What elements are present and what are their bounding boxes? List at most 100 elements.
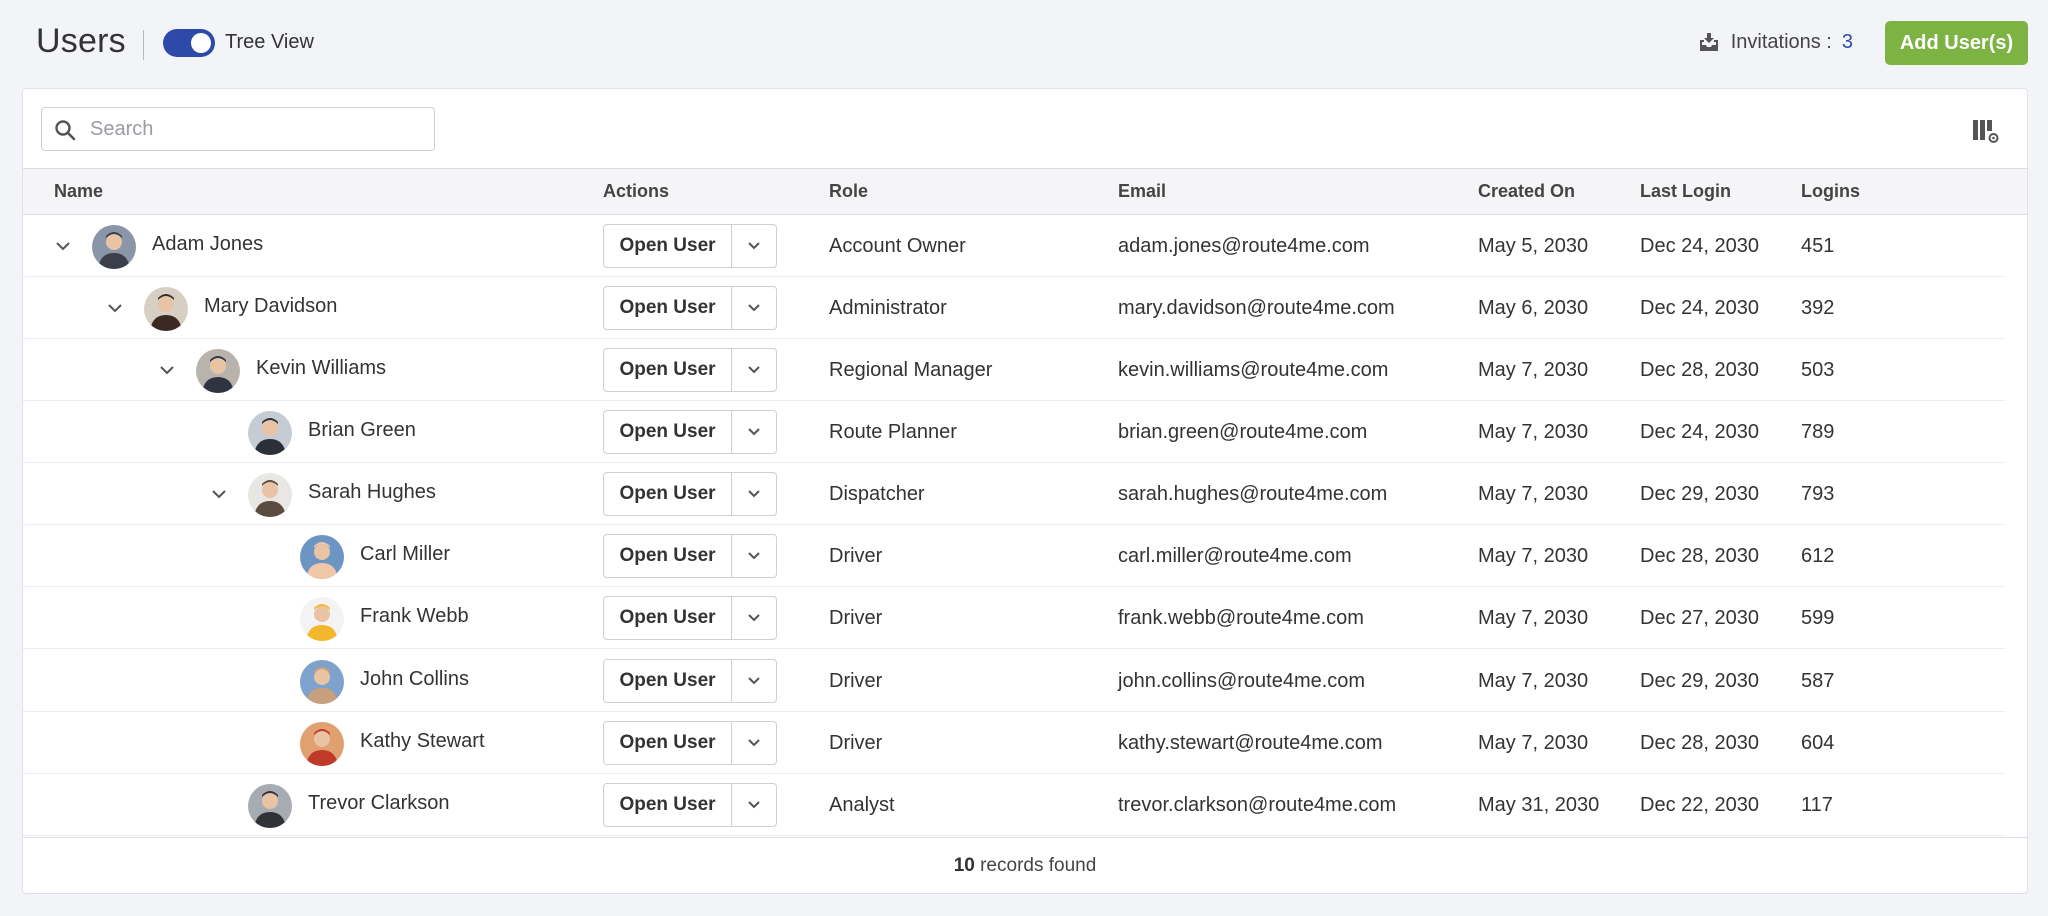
actions-dropdown-button[interactable] — [732, 287, 776, 329]
avatar — [300, 722, 344, 766]
email-cell: frank.webb@route4me.com — [1118, 607, 1364, 629]
chevron-down-icon — [748, 428, 760, 436]
column-header-email[interactable]: Email — [1118, 181, 1166, 202]
chevron-down-icon[interactable] — [106, 299, 124, 317]
avatar — [300, 535, 344, 579]
search-input[interactable] — [90, 114, 420, 144]
actions-dropdown-button[interactable] — [732, 349, 776, 391]
avatar — [248, 411, 292, 455]
tree-view-label: Tree View — [225, 31, 314, 53]
user-name[interactable]: Kathy Stewart — [360, 730, 485, 753]
last-login-cell: Dec 27, 2030 — [1640, 607, 1759, 629]
last-login-cell: Dec 29, 2030 — [1640, 670, 1759, 692]
search-icon — [55, 120, 76, 141]
avatar-person-icon — [306, 542, 338, 579]
chevron-down-icon — [748, 366, 760, 374]
created-on-cell: May 7, 2030 — [1478, 670, 1589, 692]
logins-cell: 392 — [1801, 297, 1835, 319]
actions-dropdown-button[interactable] — [732, 535, 776, 577]
table-row: Brian Green Open User Route Planner brian.g… — [23, 401, 2005, 463]
actions-dropdown-button[interactable] — [732, 784, 776, 826]
last-login-cell: Dec 24, 2030 — [1640, 235, 1759, 257]
action-button-group: Open User — [603, 534, 777, 578]
user-name[interactable]: Trevor Clarkson — [308, 792, 450, 815]
open-user-button[interactable]: Open User — [604, 784, 732, 826]
action-button-group: Open User — [603, 659, 777, 703]
logins-cell: 117 — [1801, 794, 1833, 816]
chevron-down-icon[interactable] — [158, 361, 176, 379]
email-cell: mary.davidson@route4me.com — [1118, 297, 1395, 319]
action-button-group: Open User — [603, 410, 777, 454]
email-cell: trevor.clarkson@route4me.com — [1118, 794, 1397, 816]
add-users-button[interactable]: Add User(s) — [1885, 21, 2028, 65]
invitations-label: Invitations : — [1730, 30, 1832, 53]
role-cell: Driver — [829, 545, 883, 567]
last-login-cell: Dec 28, 2030 — [1640, 545, 1759, 567]
logins-cell: 612 — [1801, 545, 1835, 567]
invitations-link[interactable]: Invitations : 3 — [1697, 30, 1853, 54]
open-user-button[interactable]: Open User — [604, 349, 732, 391]
chevron-down-icon — [748, 801, 760, 809]
actions-dropdown-button[interactable] — [732, 225, 776, 267]
role-cell: Analyst — [829, 794, 895, 816]
avatar-person-icon — [150, 294, 182, 331]
column-header-name[interactable]: Name — [54, 181, 103, 202]
created-on-cell: May 31, 2030 — [1478, 794, 1600, 816]
user-name[interactable]: John Collins — [360, 668, 469, 691]
actions-dropdown-button[interactable] — [732, 473, 776, 515]
user-name[interactable]: Frank Webb — [360, 605, 469, 628]
open-user-button[interactable]: Open User — [604, 722, 732, 764]
avatar — [300, 597, 344, 641]
column-header-role[interactable]: Role — [829, 181, 868, 202]
tree-view-toggle[interactable] — [163, 29, 215, 57]
logins-cell: 793 — [1801, 483, 1835, 505]
column-header-last-login[interactable]: Last Login — [1640, 181, 1731, 202]
open-user-button[interactable]: Open User — [604, 225, 732, 267]
table-row: Frank Webb Open User Driver frank.webb@rout… — [23, 587, 2005, 649]
page-header: Users Tree View Invitations : 3 Add User… — [0, 0, 2048, 88]
chevron-down-icon[interactable] — [210, 485, 228, 503]
user-name[interactable]: Kevin Williams — [256, 357, 386, 380]
user-name[interactable]: Mary Davidson — [204, 295, 337, 318]
actions-dropdown-button[interactable] — [732, 660, 776, 702]
table-row: Mary Davidson Open User Administrator mary.… — [23, 277, 2005, 339]
email-cell: kathy.stewart@route4me.com — [1118, 732, 1383, 754]
records-count: 10 — [953, 855, 975, 876]
user-name[interactable]: Sarah Hughes — [308, 481, 436, 504]
table-row: Carl Miller Open User Driver carl.miller@ro… — [23, 525, 2005, 587]
column-header-logins[interactable]: Logins — [1801, 181, 1860, 202]
open-user-button[interactable]: Open User — [604, 535, 732, 577]
role-cell: Regional Manager — [829, 359, 993, 381]
records-label: records found — [974, 855, 1097, 876]
action-button-group: Open User — [603, 472, 777, 516]
logins-cell: 789 — [1801, 421, 1835, 443]
column-header-created-on[interactable]: Created On — [1478, 181, 1575, 202]
open-user-button[interactable]: Open User — [604, 473, 732, 515]
user-name[interactable]: Adam Jones — [152, 233, 263, 256]
column-settings-icon[interactable] — [1972, 119, 2000, 145]
actions-dropdown-button[interactable] — [732, 722, 776, 764]
actions-dropdown-button[interactable] — [732, 411, 776, 453]
created-on-cell: May 6, 2030 — [1478, 297, 1589, 319]
role-cell: Administrator — [829, 297, 947, 319]
page-title: Users — [36, 22, 126, 60]
chevron-down-icon — [748, 304, 760, 312]
avatar-person-icon — [254, 480, 286, 517]
last-login-cell: Dec 24, 2030 — [1640, 297, 1759, 319]
toggle-knob — [191, 33, 211, 53]
email-cell: sarah.hughes@route4me.com — [1118, 483, 1388, 505]
avatar-person-icon — [306, 667, 338, 704]
user-name[interactable]: Brian Green — [308, 419, 416, 442]
user-name[interactable]: Carl Miller — [360, 543, 450, 566]
chevron-down-icon[interactable] — [54, 237, 72, 255]
email-cell: john.collins@route4me.com — [1118, 670, 1366, 692]
table-row: Adam Jones Open User Account Owner adam.jon… — [23, 215, 2005, 277]
actions-dropdown-button[interactable] — [732, 597, 776, 639]
created-on-cell: May 7, 2030 — [1478, 732, 1589, 754]
open-user-button[interactable]: Open User — [604, 660, 732, 702]
open-user-button[interactable]: Open User — [604, 597, 732, 639]
invitations-count: 3 — [1841, 30, 1853, 53]
action-button-group: Open User — [603, 721, 777, 765]
open-user-button[interactable]: Open User — [604, 287, 732, 329]
open-user-button[interactable]: Open User — [604, 411, 732, 453]
